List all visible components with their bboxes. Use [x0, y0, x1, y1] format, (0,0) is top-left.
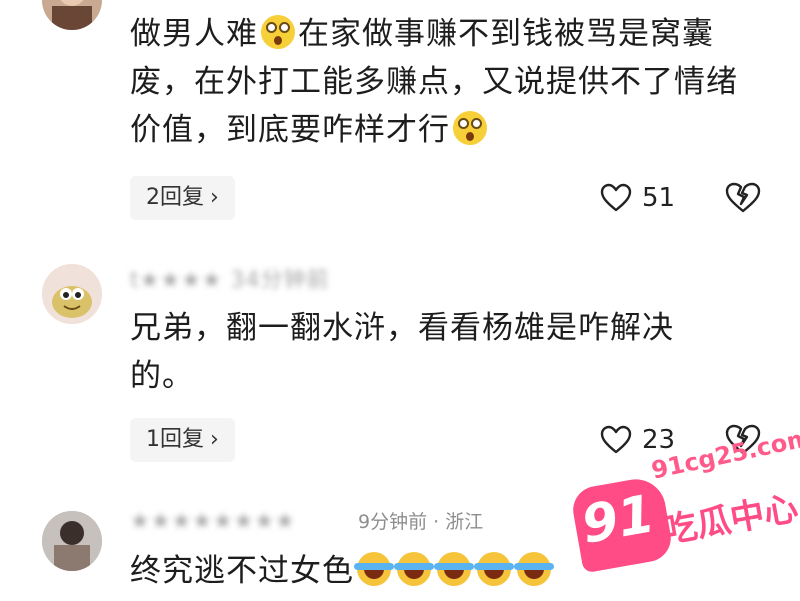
avatar[interactable]	[42, 0, 102, 30]
like-button[interactable]: 51	[600, 176, 675, 220]
laughing-crying-emoji-icon	[434, 552, 474, 586]
site-watermark: 91cg25.com 91 吃瓜中心	[560, 423, 800, 600]
avatar[interactable]	[42, 264, 102, 324]
avatar[interactable]	[42, 511, 102, 571]
dislike-button[interactable]	[724, 176, 762, 220]
laughing-crying-emoji-icon	[394, 552, 434, 586]
shocked-emoji-icon	[261, 15, 295, 49]
broken-heart-icon	[725, 182, 761, 213]
chevron-right-icon: ›	[210, 427, 219, 452]
chevron-right-icon: ›	[210, 185, 219, 210]
watermark-number: 91	[577, 484, 660, 556]
reply-count-button[interactable]: 2回复 ›	[130, 176, 235, 220]
comment-text: 兄弟，翻一翻水浒，看看杨雄是咋解决的。	[130, 310, 674, 394]
like-count: 51	[642, 183, 676, 213]
username[interactable]: ★★★★★★★★	[130, 507, 296, 537]
shocked-emoji-icon	[453, 111, 487, 145]
heart-outline-icon	[600, 183, 632, 212]
username[interactable]: t★★★★ 34分钟前	[130, 266, 330, 296]
laughing-crying-emoji-icon	[514, 552, 554, 586]
laughing-crying-emoji-icon	[354, 552, 394, 586]
comment-meta: 9分钟前 · 浙江	[358, 511, 484, 533]
reply-count-button[interactable]: 1回复 ›	[130, 418, 235, 462]
watermark-name: 吃瓜中心	[660, 488, 800, 552]
comment-text: 做男人难 在家做事赚不到钱被骂是窝囊废，在外打工能多赚点，又说提供不了情绪价值，到…	[130, 15, 738, 148]
laughing-crying-emoji-icon	[474, 552, 514, 586]
